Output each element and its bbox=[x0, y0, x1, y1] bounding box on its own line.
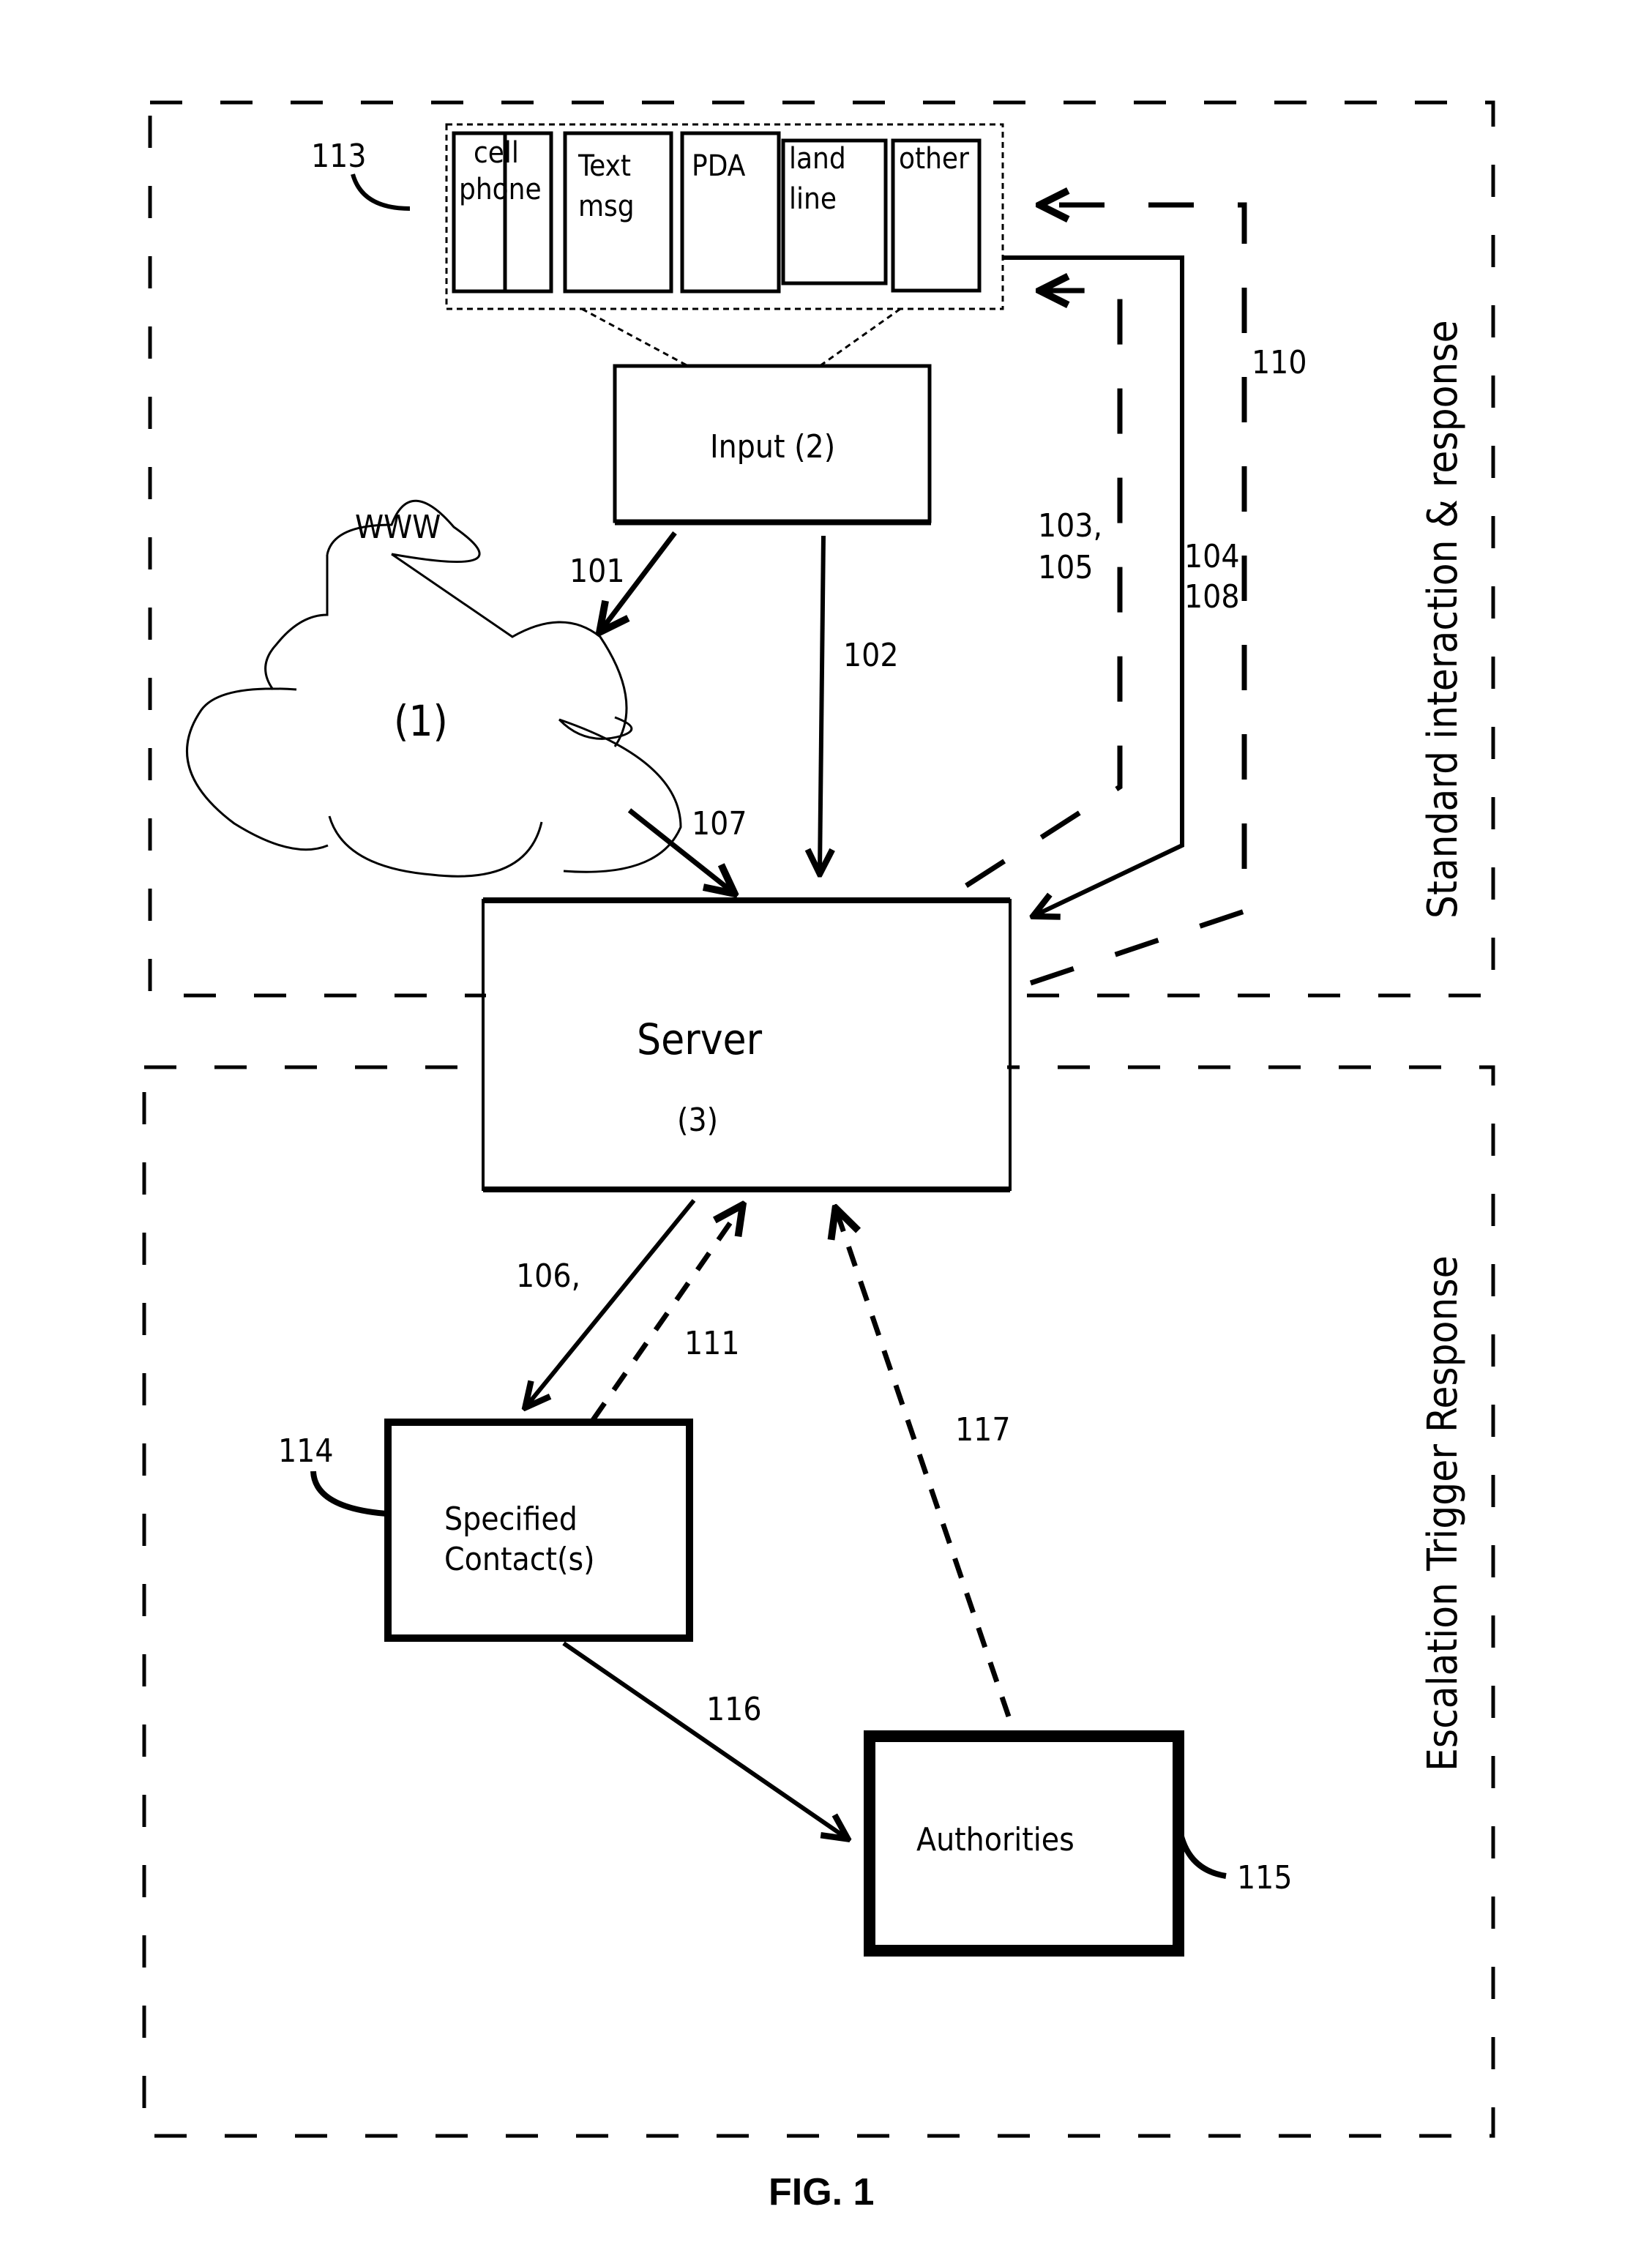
arrow-103-105 bbox=[965, 291, 1123, 888]
server-title: Server bbox=[637, 1014, 763, 1064]
svg-text:Contact(s): Contact(s) bbox=[444, 1541, 595, 1578]
input-box: Input (2) bbox=[613, 364, 932, 526]
specified-contacts-box: Specified Contact(s) bbox=[384, 1419, 693, 1642]
svg-text:Specified: Specified bbox=[444, 1501, 578, 1538]
label-101: 101 bbox=[569, 553, 625, 590]
label-104-108-line2: 108 bbox=[1184, 578, 1240, 616]
escalation-region-frame bbox=[142, 1065, 1495, 2138]
label-111: 111 bbox=[684, 1325, 740, 1362]
device-group-leader bbox=[351, 173, 411, 211]
svg-text:Authorities: Authorities bbox=[916, 1821, 1074, 1858]
svg-text:other: other bbox=[899, 142, 969, 176]
arrow-106 bbox=[527, 1199, 696, 1405]
authorities-box: Authorities bbox=[864, 1730, 1184, 1957]
figure-caption: FIG. 1 bbox=[769, 2171, 874, 2213]
arrow-117 bbox=[837, 1211, 1012, 1718]
patent-diagram: Standard interaction & response Escalati… bbox=[142, 100, 1495, 2213]
contact-ref-leader bbox=[310, 1471, 387, 1517]
arrow-116 bbox=[562, 1641, 845, 1837]
device-text-msg: Text msg bbox=[563, 131, 673, 294]
arrow-102 bbox=[820, 535, 823, 871]
svg-text:phone: phone bbox=[459, 173, 542, 206]
svg-text:line: line bbox=[789, 182, 837, 216]
device-to-input-right bbox=[819, 307, 901, 367]
label-117: 117 bbox=[955, 1411, 1011, 1449]
svg-text:PDA: PDA bbox=[692, 149, 746, 183]
authorities-ref: 115 bbox=[1237, 1859, 1293, 1897]
svg-text:cell: cell bbox=[474, 136, 519, 170]
label-102: 102 bbox=[843, 637, 899, 674]
device-cell-phone: cell phone bbox=[452, 131, 542, 294]
server-number: (3) bbox=[677, 1102, 718, 1139]
arrow-111 bbox=[591, 1208, 741, 1422]
label-103-105-line1: 103, bbox=[1038, 507, 1102, 545]
label-107: 107 bbox=[692, 805, 747, 842]
svg-text:Input (2): Input (2) bbox=[710, 428, 835, 466]
standard-region-label: Standard interaction & response bbox=[1419, 320, 1467, 919]
device-to-input-left bbox=[581, 307, 689, 367]
authorities-ref-leader bbox=[1178, 1832, 1227, 1879]
svg-text:WWW: WWW bbox=[355, 509, 441, 546]
contact-ref: 114 bbox=[278, 1432, 334, 1470]
escalation-region-label: Escalation Trigger Response bbox=[1419, 1255, 1467, 1771]
label-104-108-line1: 104, bbox=[1184, 538, 1249, 575]
svg-text:Text: Text bbox=[578, 149, 631, 183]
device-other: other bbox=[891, 138, 982, 293]
arrow-104-108 bbox=[1003, 255, 1184, 915]
device-land-line: land line bbox=[781, 138, 888, 285]
svg-text:land: land bbox=[789, 142, 846, 176]
svg-text:(1): (1) bbox=[394, 696, 448, 746]
label-103-105-line2: 105 bbox=[1038, 549, 1094, 586]
label-110: 110 bbox=[1252, 344, 1307, 381]
device-group-ref: 113 bbox=[311, 138, 367, 175]
device-pda: PDA bbox=[680, 131, 781, 294]
svg-text:msg: msg bbox=[578, 190, 635, 223]
label-116: 116 bbox=[706, 1691, 762, 1728]
label-106: 106, bbox=[516, 1258, 580, 1295]
